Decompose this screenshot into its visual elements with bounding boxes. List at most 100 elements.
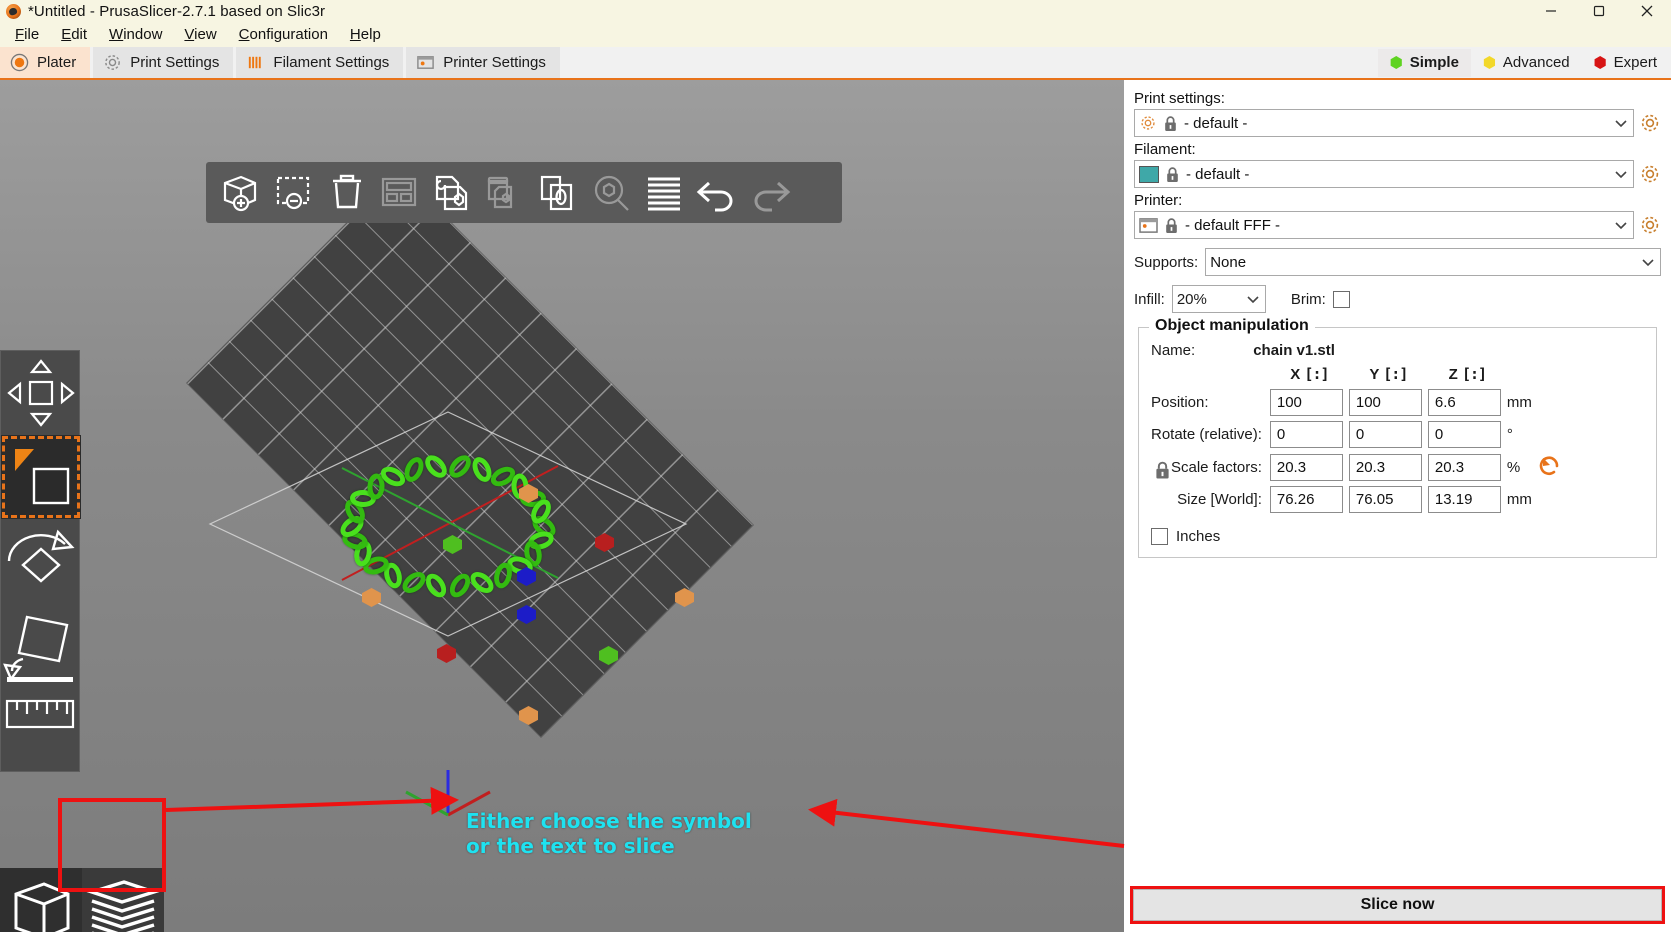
preview-sliced-view-button[interactable] [82,868,164,932]
scale-x-field[interactable]: 20.3 [1269,453,1343,481]
delete-selected-icon[interactable] [267,168,318,218]
minimize-button[interactable] [1527,0,1575,22]
chevron-down-icon[interactable] [1245,291,1261,307]
printer-row: - default FFF - [1134,211,1661,239]
rotate-tool[interactable] [1,519,81,603]
reset-rotation-icon[interactable] [1538,453,1562,477]
mode-simple[interactable]: Simple [1377,48,1471,77]
lock-closed-icon [1167,166,1178,182]
tab-printer-settings[interactable]: Printer Settings [406,47,560,78]
print-settings-combo[interactable]: - default - [1134,109,1634,137]
size-x-field[interactable]: 76.26 [1269,486,1343,513]
print-preset-gear-icon [1141,116,1155,130]
tab-bar: Plater Print Settings Filament Settings [0,47,1671,80]
object-name-value: chain v1.stl [1253,342,1335,359]
scale-handle-z-top[interactable] [517,567,536,586]
menu-configuration[interactable]: Configuration [228,24,339,45]
object-name-row: Name: chain v1.stl [1151,342,1646,359]
position-z-field[interactable]: 6.6 [1427,389,1501,416]
scale-handle-corner-se[interactable] [599,646,618,665]
scale-handle-left[interactable] [362,588,381,607]
chevron-down-icon[interactable] [1613,115,1629,131]
printer-combo[interactable]: - default FFF - [1134,211,1634,239]
brim-checkbox[interactable] [1332,290,1350,308]
filament-value: - default - [1186,165,1250,183]
object-manipulation-group: Object manipulation Name: chain v1.stl X… [1138,317,1657,558]
paste-icon[interactable] [479,168,530,218]
menu-help[interactable]: Help [339,24,392,45]
search-icon[interactable] [585,168,636,218]
size-z-field[interactable]: 13.19 [1427,486,1501,513]
menu-window[interactable]: Window [98,24,173,45]
slice-now-button[interactable]: Slice now [1133,889,1662,921]
infill-combo[interactable]: 20% [1171,285,1266,313]
tab-plater[interactable]: Plater [0,47,91,78]
size-label: Size [World]: [1177,491,1262,508]
filament-combo[interactable]: - default - [1134,160,1634,188]
supports-combo[interactable]: None [1205,248,1661,276]
plater-toolbar [206,162,842,223]
filament-label: Filament: [1134,141,1196,158]
rotate-x-field[interactable]: 0 [1269,421,1343,448]
rotate-z-field[interactable]: 0 [1427,421,1501,448]
menu-file[interactable]: File [4,24,50,45]
move-tool[interactable] [1,351,81,435]
printer-edit-gear-icon[interactable] [1639,214,1661,236]
inches-label: Inches [1176,528,1221,545]
redo-icon[interactable] [744,168,795,218]
scale-tool[interactable] [1,435,81,519]
left-toolbar [0,350,81,772]
printer-label: Printer: [1134,192,1183,209]
scale-handle-top[interactable] [519,484,538,503]
filament-edit-gear-icon[interactable] [1639,163,1661,185]
scale-handle-bottom[interactable] [519,706,538,725]
tab-print-settings[interactable]: Print Settings [93,47,234,78]
object-name-label: Name: [1151,342,1196,359]
place-on-face-tool[interactable] [1,603,81,687]
rotate-y-field[interactable]: 0 [1348,421,1422,448]
print-settings-row: - default - [1134,109,1661,137]
scale-handle-z-bottom[interactable] [517,605,536,624]
scale-handle-corner-nw[interactable] [443,535,462,554]
tab-filament-settings[interactable]: Filament Settings [236,47,404,78]
copy-icon[interactable] [426,168,477,218]
size-y-field[interactable]: 76.05 [1348,486,1422,513]
print-settings-edit-gear-icon[interactable] [1639,112,1661,134]
scale-label-cell: Scale factors: [1151,453,1270,486]
printer-icon [417,56,435,69]
add-instance-icon[interactable] [532,168,583,218]
scale-handle-corner-ne[interactable] [595,533,614,552]
inches-checkbox[interactable] [1151,528,1168,545]
menu-view[interactable]: View [173,24,227,45]
scale-z-field[interactable]: 20.3 [1427,453,1501,481]
size-row: Size [World]: 76.26 76.05 13.19 mm [1151,486,1562,518]
editor-3d-view-button[interactable] [0,868,82,932]
mode-advanced[interactable]: Advanced [1471,49,1582,77]
chevron-down-icon[interactable] [1613,217,1629,233]
printer-value: - default FFF - [1185,216,1281,234]
position-x-field[interactable]: 100 [1269,389,1343,416]
undo-icon[interactable] [691,168,742,218]
title-bar: *Untitled - PrusaSlicer-2.7.1 based on S… [0,0,1671,22]
filament-spool-icon [249,56,262,69]
menu-edit[interactable]: Edit [50,24,98,45]
chevron-down-icon[interactable] [1640,254,1656,270]
layers-variable-height-icon[interactable] [638,168,689,218]
arrange-icon[interactable] [373,168,424,218]
mode-expert-dot-icon [1594,56,1606,69]
scale-handle-right[interactable] [675,588,694,607]
maximize-button[interactable] [1575,0,1623,22]
close-button[interactable] [1623,0,1671,22]
layer-stack-icon [86,880,160,932]
chevron-down-icon[interactable] [1613,166,1629,182]
measure-tool[interactable] [1,687,81,771]
mode-expert[interactable]: Expert [1582,49,1669,77]
3d-viewport[interactable]: Either choose the symbol or the text to … [0,80,1124,932]
slice-now-highlight: Slice now [1130,886,1665,924]
scale-handle-corner-sw[interactable] [437,644,456,663]
uniform-scale-lock-icon[interactable] [1153,459,1172,481]
delete-all-icon[interactable] [320,168,371,218]
add-object-icon[interactable] [214,168,265,218]
scale-y-field[interactable]: 20.3 [1348,453,1422,481]
position-y-field[interactable]: 100 [1348,389,1422,416]
